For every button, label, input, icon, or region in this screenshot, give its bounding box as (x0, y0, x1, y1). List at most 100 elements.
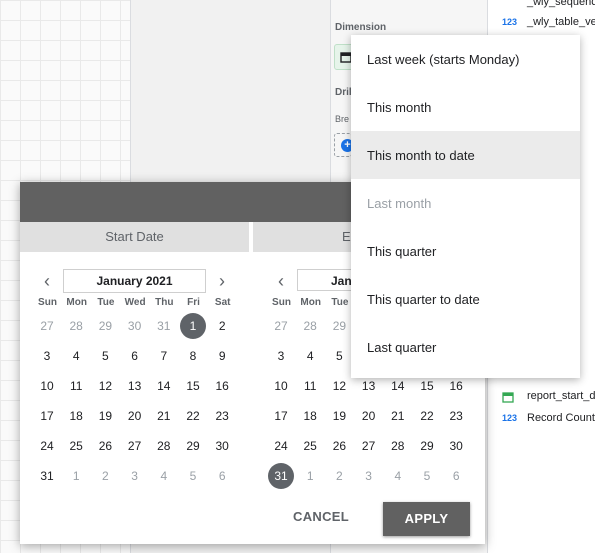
calendar-day[interactable]: 11 (297, 373, 323, 399)
calendar-day[interactable]: 31 (151, 313, 177, 339)
calendar-day[interactable]: 19 (326, 403, 352, 429)
calendar-day[interactable]: 7 (151, 343, 177, 369)
calendar-day[interactable]: 28 (297, 313, 323, 339)
calendar-day[interactable]: 2 (209, 313, 235, 339)
calendar-day[interactable]: 2 (326, 463, 352, 489)
preset-menu-item-label: This quarter (367, 244, 437, 259)
calendar-day[interactable]: 26 (92, 433, 118, 459)
calendar-day[interactable]: 9 (209, 343, 235, 369)
calendar-day[interactable]: 28 (151, 433, 177, 459)
start-month-label[interactable]: January 2021 (63, 269, 206, 293)
calendar-day[interactable]: 4 (63, 343, 89, 369)
calendar-day[interactable]: 13 (122, 373, 148, 399)
end-prev-month-button[interactable]: ‹ (273, 272, 289, 290)
field-item[interactable]: 123 _wly_table_ver (488, 12, 595, 34)
calendar-day[interactable]: 11 (63, 373, 89, 399)
field-name: _wly_sequenc (527, 0, 595, 8)
calendar-day[interactable]: 28 (385, 433, 411, 459)
calendar-day[interactable]: 30 (443, 433, 469, 459)
calendar-day[interactable]: 10 (34, 373, 60, 399)
calendar-day[interactable]: 6 (122, 343, 148, 369)
calendar-day[interactable]: 21 (151, 403, 177, 429)
weekday-label: Mon (300, 297, 321, 308)
calendar-day[interactable]: 3 (268, 343, 294, 369)
prev-month-button[interactable]: ‹ (39, 272, 55, 290)
calendar-day[interactable]: 6 (209, 463, 235, 489)
calendar-day[interactable]: 20 (122, 403, 148, 429)
preset-menu-item[interactable]: Last week (starts Monday) (351, 35, 580, 83)
field-item[interactable]: report_start_d (488, 386, 595, 408)
weekday-label: Sun (272, 297, 291, 308)
next-month-button[interactable]: › (214, 272, 230, 290)
calendar-day[interactable]: 30 (209, 433, 235, 459)
calendar-day[interactable]: 1 (180, 313, 206, 339)
calendar-day[interactable]: 6 (443, 463, 469, 489)
apply-button[interactable]: APPLY (383, 502, 470, 536)
calendar-day[interactable]: 23 (443, 403, 469, 429)
calendar-day[interactable]: 22 (414, 403, 440, 429)
calendar-day[interactable]: 24 (34, 433, 60, 459)
preset-menu-item-label: Last week (starts Monday) (367, 52, 520, 67)
calendar-day[interactable]: 4 (385, 463, 411, 489)
calendar-day[interactable]: 26 (326, 433, 352, 459)
preset-menu-item[interactable]: This month (351, 83, 580, 131)
calendar-day[interactable]: 27 (356, 433, 382, 459)
calendar-day[interactable]: 31 (34, 463, 60, 489)
end-month-label[interactable]: Jan (297, 269, 357, 291)
calendar-day[interactable]: 25 (297, 433, 323, 459)
calendar-day[interactable]: 15 (180, 373, 206, 399)
preset-menu-item[interactable]: This quarter (351, 227, 580, 275)
calendar-day[interactable]: 24 (268, 433, 294, 459)
preset-menu-item[interactable]: This quarter to date (351, 275, 580, 323)
calendar-day[interactable]: 5 (92, 343, 118, 369)
calendar-day[interactable]: 10 (268, 373, 294, 399)
calendar-day[interactable]: 31 (268, 463, 294, 489)
weekday-label: Wed (124, 297, 146, 308)
calendar-day[interactable]: 12 (326, 373, 352, 399)
calendar-day[interactable]: 20 (356, 403, 382, 429)
calendar-day[interactable]: 27 (122, 433, 148, 459)
calendar-day[interactable]: 5 (414, 463, 440, 489)
calendar-day[interactable]: 21 (385, 403, 411, 429)
calendar-day[interactable]: 1 (63, 463, 89, 489)
preset-menu-item[interactable]: Last quarter (351, 323, 580, 371)
calendar-day[interactable]: 18 (63, 403, 89, 429)
preset-menu-item-label: This month to date (367, 148, 475, 163)
calendar-day[interactable]: 4 (151, 463, 177, 489)
calendar-day[interactable]: 19 (92, 403, 118, 429)
field-item[interactable]: 123 Record Count (488, 408, 595, 430)
calendar-day[interactable]: 29 (180, 433, 206, 459)
calendar-day[interactable]: 29 (92, 313, 118, 339)
calendar-day[interactable]: 29 (414, 433, 440, 459)
calendar-day[interactable]: 8 (180, 343, 206, 369)
calendar-day[interactable]: 17 (268, 403, 294, 429)
calendar-day[interactable]: 18 (297, 403, 323, 429)
calendar-day[interactable]: 23 (209, 403, 235, 429)
breakdown-label: Bre (335, 114, 350, 124)
calendar-day[interactable]: 5 (326, 343, 352, 369)
tab-start-date[interactable]: Start Date (20, 222, 249, 252)
calendar-day[interactable]: 5 (180, 463, 206, 489)
preset-menu-item[interactable]: This month to date (351, 131, 580, 179)
calendar-day[interactable]: 28 (63, 313, 89, 339)
calendar-day[interactable]: 1 (297, 463, 323, 489)
add-breakdown-button[interactable]: + (334, 133, 354, 157)
calendar-day[interactable]: 30 (122, 313, 148, 339)
calendar-day[interactable]: 22 (180, 403, 206, 429)
calendar-day[interactable]: 25 (63, 433, 89, 459)
calendar-day[interactable]: 14 (151, 373, 177, 399)
calendar-day[interactable]: 16 (209, 373, 235, 399)
calendar-day[interactable]: 3 (34, 343, 60, 369)
calendar-day[interactable]: 17 (34, 403, 60, 429)
calendar-day[interactable]: 29 (326, 313, 352, 339)
calendar-day[interactable]: 12 (92, 373, 118, 399)
weekday-label: Sun (38, 297, 57, 308)
calendar-day[interactable]: 2 (92, 463, 118, 489)
dimension-label: Dimension (335, 22, 387, 33)
calendar-day[interactable]: 4 (297, 343, 323, 369)
calendar-day[interactable]: 27 (268, 313, 294, 339)
cancel-button[interactable]: CANCEL (286, 502, 356, 532)
calendar-day[interactable]: 3 (122, 463, 148, 489)
calendar-day[interactable]: 3 (356, 463, 382, 489)
calendar-day[interactable]: 27 (34, 313, 60, 339)
